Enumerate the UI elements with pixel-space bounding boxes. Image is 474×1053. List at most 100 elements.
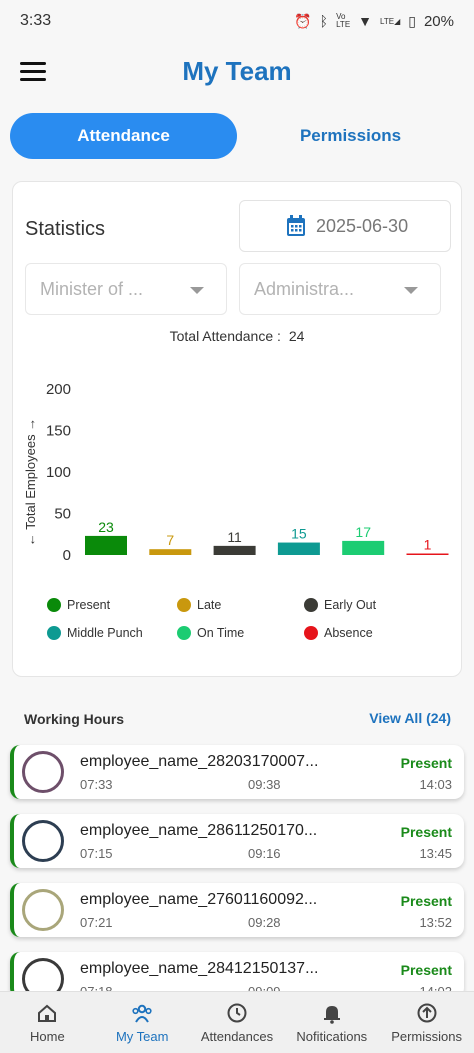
- bar-value-label: 11: [227, 529, 242, 545]
- legend-dot: [47, 626, 61, 640]
- employee-card[interactable]: employee_name_28203170007... 07:33 09:38 Pr…: [10, 745, 464, 799]
- avatar: [22, 751, 64, 793]
- statistics-title: Statistics: [25, 218, 106, 240]
- employee-name: employee_name_28412150137...: [80, 960, 319, 977]
- nav-label: Permissions: [391, 1029, 462, 1044]
- status-badge: Present: [400, 755, 452, 771]
- check-in-time: 07:15: [80, 846, 113, 861]
- y-tick-label: 200: [46, 381, 71, 398]
- total-attendance-label: Total Attendance :: [169, 328, 281, 344]
- home-icon: [38, 1004, 57, 1022]
- volte-icon: Vo LTE: [336, 12, 351, 29]
- legend-dot: [177, 598, 191, 612]
- arrow-up-circle-icon: [417, 1003, 437, 1023]
- legend-item: Early Out: [304, 598, 376, 612]
- status-badge: Present: [400, 824, 452, 840]
- caret-down-icon: [190, 287, 204, 294]
- signal-icon: LTE◢: [380, 16, 401, 26]
- nav-item-my-team[interactable]: My Team: [95, 992, 190, 1053]
- ministry-dropdown-value: Minister of ...: [40, 278, 144, 299]
- legend-item: Present: [47, 598, 110, 612]
- check-in-time: 07:33: [80, 777, 113, 792]
- y-tick-label: 50: [54, 506, 71, 523]
- tab-permissions[interactable]: Permissions: [237, 113, 464, 159]
- working-hours-title: Working Hours: [24, 711, 125, 727]
- bluetooth-icon: ᛒ: [319, 13, 329, 29]
- clock-icon: [227, 1003, 247, 1023]
- chart-legend: Present Late Early Out Middle Punch On Time A…: [47, 598, 447, 648]
- attendance-bar-chart: ← Total Employees → 0 50 100 150 200 23 7 11 15 17…: [23, 381, 449, 564]
- status-icons: ⏰ ᛒ Vo LTE ▼ LTE◢ ▯ 20%: [294, 13, 454, 30]
- legend-item: On Time: [177, 626, 244, 640]
- middle-time: 09:16: [248, 846, 281, 861]
- wifi-icon: ▼: [358, 13, 373, 29]
- calendar-icon: [287, 215, 305, 236]
- legend-dot: [47, 598, 61, 612]
- bar-value-label: 17: [355, 524, 371, 540]
- y-tick-label: 100: [46, 464, 71, 481]
- ministry-dropdown[interactable]: Minister of ...: [25, 263, 227, 315]
- view-all-link[interactable]: View All (24): [369, 710, 451, 726]
- bell-icon: [323, 1006, 340, 1024]
- check-out-time: 14:03: [419, 777, 452, 792]
- network-label: LTE: [380, 16, 395, 26]
- legend-dot: [304, 598, 318, 612]
- date-picker[interactable]: 2025-06-30: [239, 200, 451, 252]
- status-badge: Present: [400, 893, 452, 909]
- bar-on-time: [342, 540, 385, 555]
- legend-item: Absence: [304, 626, 373, 640]
- status-bar: 3:33 ⏰ ᛒ Vo LTE ▼ LTE◢ ▯ 20%: [0, 0, 474, 42]
- legend-label: Absence: [324, 626, 373, 640]
- y-tick-label: 150: [46, 423, 71, 440]
- y-axis-label: ← Total Employees →: [23, 418, 38, 546]
- legend-label: Late: [197, 598, 222, 612]
- bar-present: [85, 535, 127, 555]
- nav-item-permissions[interactable]: Permissions: [379, 992, 474, 1053]
- check-out-time: 13:52: [419, 915, 452, 930]
- bar-value-label: 7: [166, 532, 174, 548]
- nav-label: Attendances: [200, 1029, 274, 1044]
- legend-dot: [304, 626, 318, 640]
- middle-time: 09:38: [248, 777, 281, 792]
- administration-dropdown-value: Administra...: [254, 278, 355, 299]
- total-attendance-value: 24: [288, 328, 305, 344]
- check-in-time: 07:21: [80, 915, 113, 930]
- employee-card[interactable]: employee_name_28611250170... 07:15 09:16 Pr…: [10, 814, 464, 868]
- legend-item: Late: [177, 598, 221, 612]
- legend-dot: [177, 626, 191, 640]
- status-time: 3:33: [20, 12, 52, 29]
- date-value: 2025-06-30: [316, 215, 409, 236]
- bar-value-label: 15: [291, 526, 307, 542]
- app-header: My Team: [0, 42, 474, 104]
- nav-item-home[interactable]: Home: [0, 992, 95, 1053]
- bar-value-label: 1: [424, 537, 432, 553]
- bar-middle-punch: [277, 542, 320, 555]
- nav-label: Home: [30, 1029, 65, 1044]
- legend-label: Middle Punch: [67, 626, 143, 640]
- employee-card[interactable]: employee_name_27601160092... 07:21 09:28 Pr…: [10, 883, 464, 937]
- caret-down-icon: [404, 287, 418, 294]
- battery-icon: ▯: [408, 12, 416, 29]
- bar-early-out: [213, 545, 256, 555]
- battery-percent: 20%: [423, 12, 454, 30]
- bar-value-label: 23: [98, 519, 114, 535]
- statistics-card: Statistics 2025-06-30 Minister of ... Ad…: [12, 181, 462, 677]
- bottom-navigation: Home My Team Attendances Nofitications Permi…: [0, 991, 474, 1053]
- avatar: [22, 889, 64, 931]
- bar-late: [149, 549, 192, 555]
- employee-name: employee_name_28203170007...: [80, 753, 319, 770]
- alarm-icon: ⏰: [294, 12, 312, 29]
- tab-bar: Attendance Permissions: [10, 113, 464, 161]
- tab-attendance[interactable]: Attendance: [10, 113, 237, 159]
- avatar: [22, 820, 64, 862]
- bar-absence: [406, 553, 449, 555]
- middle-time: 09:28: [248, 915, 281, 930]
- nav-item-nofitications[interactable]: Nofitications: [284, 992, 379, 1053]
- status-badge: Present: [400, 962, 452, 978]
- employee-name: employee_name_27601160092...: [80, 891, 318, 908]
- nav-label: Nofitications: [296, 1029, 368, 1044]
- nav-label: My Team: [115, 1029, 169, 1044]
- legend-label: Early Out: [324, 598, 377, 612]
- nav-item-attendances[interactable]: Attendances: [190, 992, 285, 1053]
- administration-dropdown[interactable]: Administra...: [239, 263, 441, 315]
